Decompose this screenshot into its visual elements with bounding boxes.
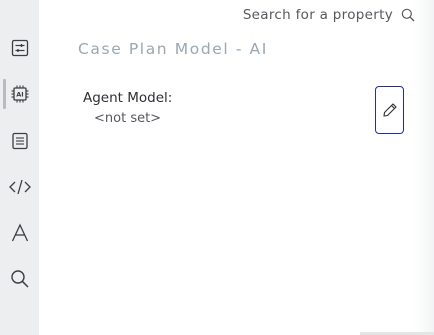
sidebar-item-search[interactable] <box>0 260 39 298</box>
search-icon[interactable] <box>401 8 415 22</box>
panel-title: Case Plan Model - AI <box>78 40 268 58</box>
agent-model-label: Agent Model: <box>83 90 173 106</box>
sidebar-item-code[interactable] <box>0 168 39 206</box>
agent-model-value: <not set> <box>94 111 162 126</box>
code-icon <box>8 179 31 195</box>
document-icon <box>11 132 28 150</box>
sidebar-item-general[interactable] <box>0 29 39 67</box>
panel-edge-shadow <box>414 0 434 335</box>
sliders-icon <box>11 39 28 57</box>
sidebar: AI <box>0 0 39 335</box>
property-search[interactable]: Search for a property <box>243 5 415 25</box>
font-icon <box>11 223 28 242</box>
edit-agent-model-button[interactable] <box>375 86 404 134</box>
svg-text:AI: AI <box>16 91 23 99</box>
sidebar-item-ai[interactable]: AI <box>0 75 39 113</box>
sidebar-item-documentation[interactable] <box>0 122 39 160</box>
sidebar-item-text[interactable] <box>0 214 39 252</box>
search-icon <box>10 270 29 288</box>
pencil-icon <box>382 103 397 117</box>
ai-chip-icon: AI <box>11 85 28 103</box>
search-input[interactable]: Search for a property <box>243 7 393 23</box>
